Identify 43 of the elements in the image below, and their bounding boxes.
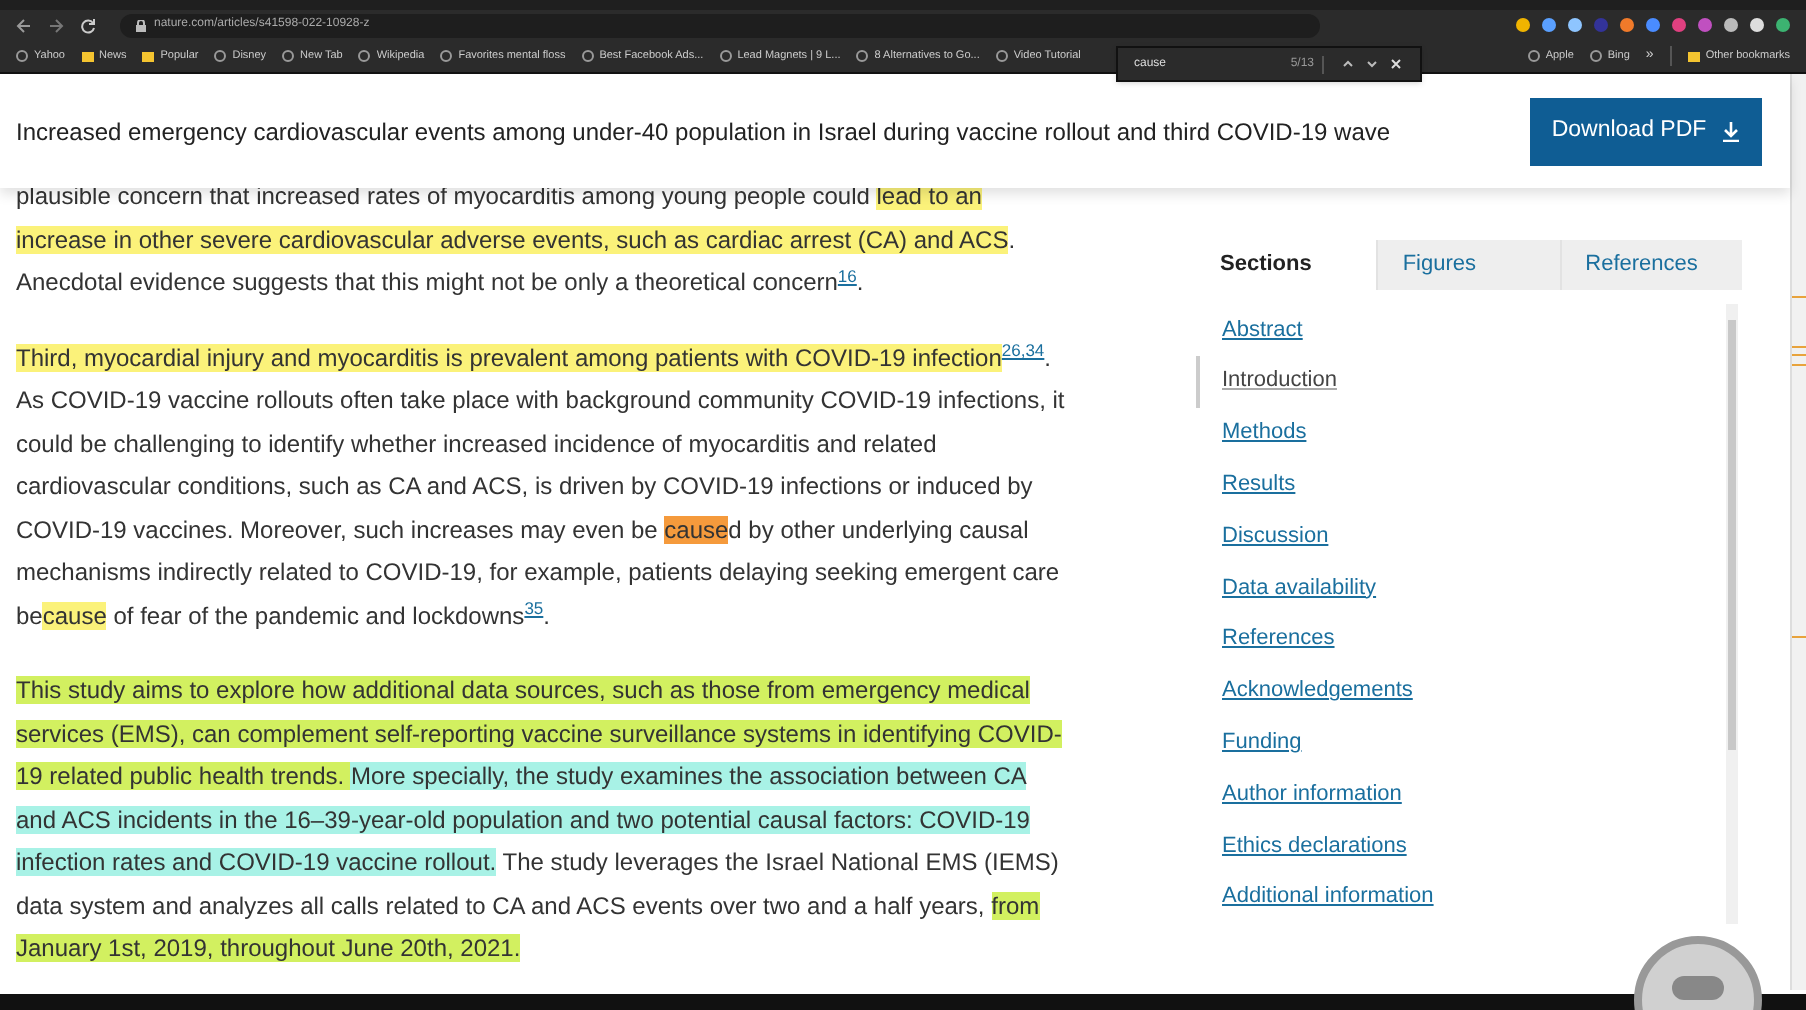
folder-icon bbox=[81, 51, 93, 61]
section-link[interactable]: Ethics declarations bbox=[1196, 819, 1726, 872]
globe-icon bbox=[1527, 50, 1540, 62]
section-link[interactable]: Discussion bbox=[1196, 510, 1726, 562]
article-title: Increased emergency cardiovascular events among under-40 population in Israel during vaccine rollout and third COVID-19 wave bbox=[16, 115, 1391, 149]
down-icon[interactable] bbox=[1364, 56, 1380, 72]
globe-icon bbox=[856, 50, 869, 62]
download-icon bbox=[1722, 121, 1741, 141]
paragraph: Third, myocardial injury and myocarditis is prevalent among patients with COVID-19 infection$^{26,34}$. As COVID-19 vaccine rollouts often take place with background community COVID-19 infections, it could be challenging to identify whether increased incidence of myocarditis and related cardiovascular conditions, such as CA and ACS, is driven by COVID-19 infections or induced by COVID-19 vaccines. Moreover, such increases may even be caused by other underlying causal mechanisms indirectly related to COVID-19, for example, patients delaying seeking emergent care because of fear of the pandemic and lockdowns$^{35}$. bbox=[16, 338, 1067, 633]
section-link[interactable]: Methods bbox=[1196, 407, 1726, 459]
sidebar-scrollbar[interactable] bbox=[1726, 304, 1738, 924]
citation-link[interactable]: 35 bbox=[524, 598, 544, 619]
globe-icon bbox=[719, 50, 732, 62]
globe-icon bbox=[16, 50, 28, 62]
download-pdf-button[interactable]: Download PDF bbox=[1530, 97, 1762, 165]
forward-icon[interactable] bbox=[48, 17, 64, 33]
section-link[interactable]: Additional information bbox=[1196, 871, 1726, 924]
section-link[interactable]: Abstract bbox=[1196, 304, 1726, 356]
recorder-badge-icon bbox=[1630, 932, 1766, 1010]
close-icon[interactable] bbox=[1388, 56, 1404, 72]
section-link[interactable]: Results bbox=[1196, 458, 1726, 511]
up-icon[interactable] bbox=[1340, 56, 1356, 72]
globe-icon bbox=[358, 50, 371, 62]
reload-icon[interactable] bbox=[80, 17, 96, 33]
section-link[interactable]: Acknowledgements bbox=[1196, 665, 1726, 717]
sidebar-tab[interactable]: Sections bbox=[1196, 240, 1377, 290]
section-link[interactable]: Funding bbox=[1196, 716, 1726, 769]
section-link[interactable]: Data availability bbox=[1196, 561, 1726, 614]
globe-icon bbox=[995, 50, 1008, 62]
folder-icon bbox=[142, 51, 155, 61]
page-scrollbar[interactable] bbox=[1790, 74, 1806, 990]
citation-link[interactable]: 16 bbox=[837, 265, 857, 286]
back-icon[interactable] bbox=[16, 17, 32, 33]
lock-icon bbox=[136, 19, 146, 31]
globe-icon bbox=[1589, 50, 1602, 62]
citation-link[interactable]: 26,34 bbox=[1001, 340, 1045, 361]
globe-icon bbox=[282, 50, 295, 62]
section-link[interactable]: References bbox=[1196, 613, 1726, 666]
folder-icon bbox=[1687, 51, 1700, 61]
section-link[interactable]: Author information bbox=[1196, 768, 1726, 820]
globe-icon bbox=[214, 50, 227, 62]
globe-icon bbox=[440, 50, 453, 62]
globe-icon bbox=[581, 50, 594, 62]
